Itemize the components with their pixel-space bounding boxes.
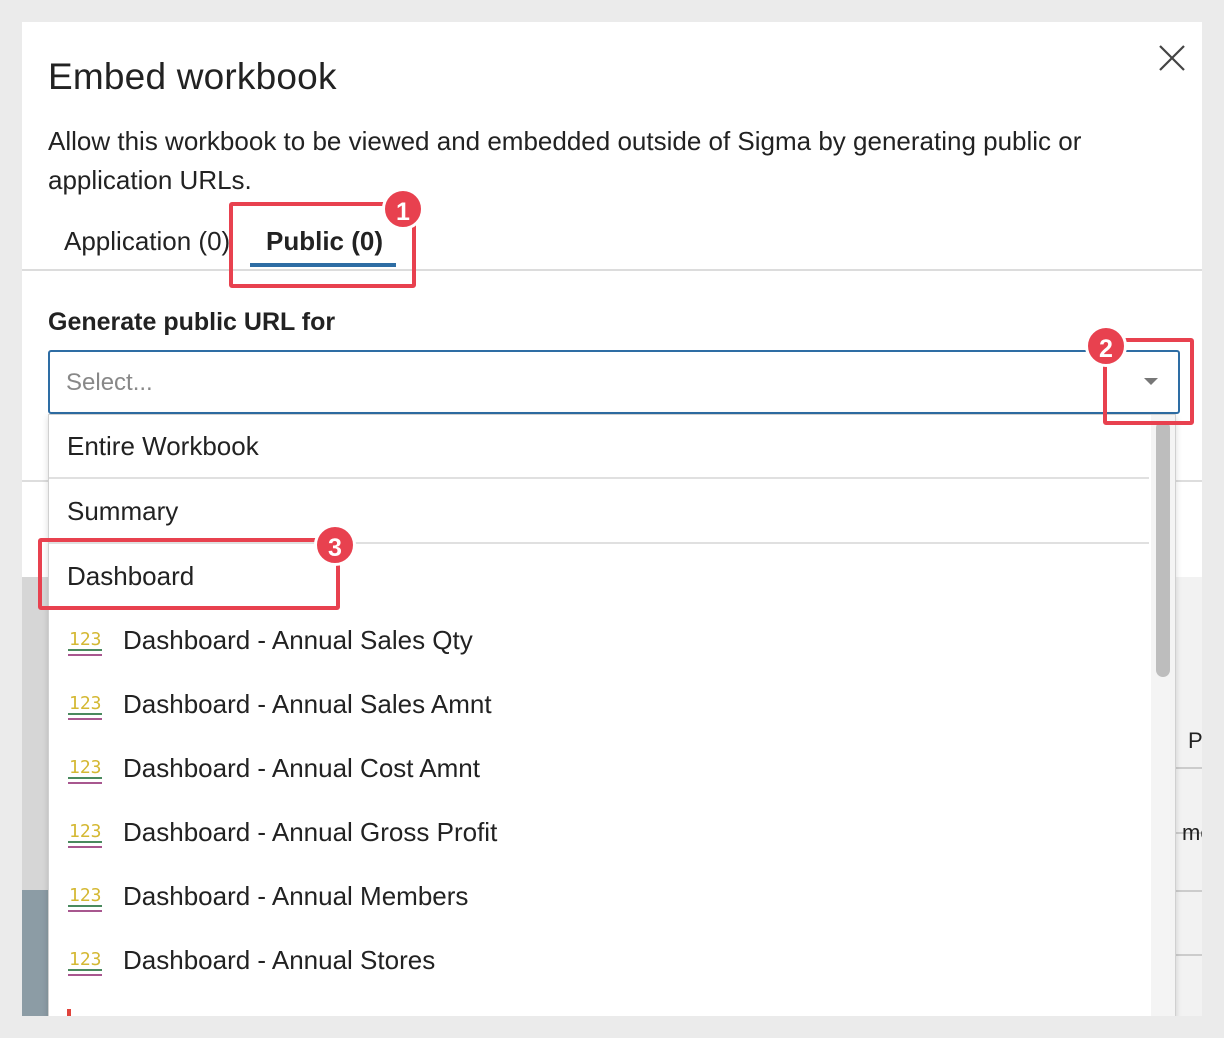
option-annual-stores[interactable]: 123 Dashboard - Annual Stores [49, 929, 1149, 993]
svg-text:123: 123 [69, 693, 102, 714]
annotation-box-dashboard-option [38, 538, 340, 610]
option-label: Dashboard - Annual Sales Amnt [123, 689, 492, 719]
number-kpi-icon: 123 [68, 757, 102, 784]
close-icon[interactable] [1156, 42, 1188, 74]
select-dropdown-menu: Entire Workbook Summary Dashboard 123 Da… [48, 414, 1176, 1016]
tab-application[interactable]: Application (0) [64, 226, 230, 257]
number-kpi-icon: 123 [68, 693, 102, 720]
option-label: Dashboard - Annual Sales Qty [123, 625, 473, 655]
tabs-divider [22, 269, 1202, 271]
number-kpi-icon: 123 [68, 821, 102, 848]
option-label: Dashboard - Annual Cost Amnt [123, 753, 480, 783]
option-entire-workbook[interactable]: Entire Workbook [49, 415, 1149, 479]
option-annual-members[interactable]: 123 Dashboard - Annual Members [49, 865, 1149, 929]
dialog-title: Embed workbook [48, 56, 337, 97]
option-label: Dashboard - Annual Members [123, 881, 469, 911]
option-label: Dashboard - Annual Gross Profit [123, 817, 498, 847]
select-placeholder: Select... [66, 369, 153, 396]
annotation-badge-1: 1 [382, 188, 424, 230]
partially-visible-chart-icon [67, 1009, 71, 1016]
option-annual-sales-amnt[interactable]: 123 Dashboard - Annual Sales Amnt [49, 673, 1149, 737]
background-text-fragment: me [1182, 820, 1202, 845]
option-annual-cost-amnt[interactable]: 123 Dashboard - Annual Cost Amnt [49, 737, 1149, 801]
svg-text:123: 123 [69, 757, 102, 778]
number-kpi-icon: 123 [68, 629, 102, 656]
option-annual-gross-profit[interactable]: 123 Dashboard - Annual Gross Profit [49, 801, 1149, 865]
option-label: Summary [67, 496, 179, 526]
public-url-select[interactable]: Select... [48, 350, 1180, 414]
option-annual-sales-qty[interactable]: 123 Dashboard - Annual Sales Qty [49, 609, 1149, 673]
embed-workbook-dialog: P me Embed workbook Allow this workbook … [22, 22, 1202, 1016]
number-kpi-icon: 123 [68, 949, 102, 976]
svg-text:123: 123 [69, 949, 102, 970]
option-summary[interactable]: Summary [49, 480, 1149, 544]
svg-text:123: 123 [69, 821, 102, 842]
dialog-description: Allow this workbook to be viewed and emb… [48, 126, 1082, 195]
number-kpi-icon: 123 [68, 885, 102, 912]
dropdown-scrollbar-thumb[interactable] [1156, 421, 1170, 677]
background-text-fragment: P [1188, 728, 1202, 753]
option-label: Dashboard - Annual Stores [123, 945, 436, 975]
svg-text:123: 123 [69, 629, 102, 650]
svg-text:123: 123 [69, 885, 102, 906]
annotation-badge-2: 2 [1085, 325, 1127, 367]
annotation-badge-3: 3 [314, 524, 356, 566]
generate-url-label: Generate public URL for [48, 308, 336, 336]
option-label: Entire Workbook [67, 431, 259, 461]
